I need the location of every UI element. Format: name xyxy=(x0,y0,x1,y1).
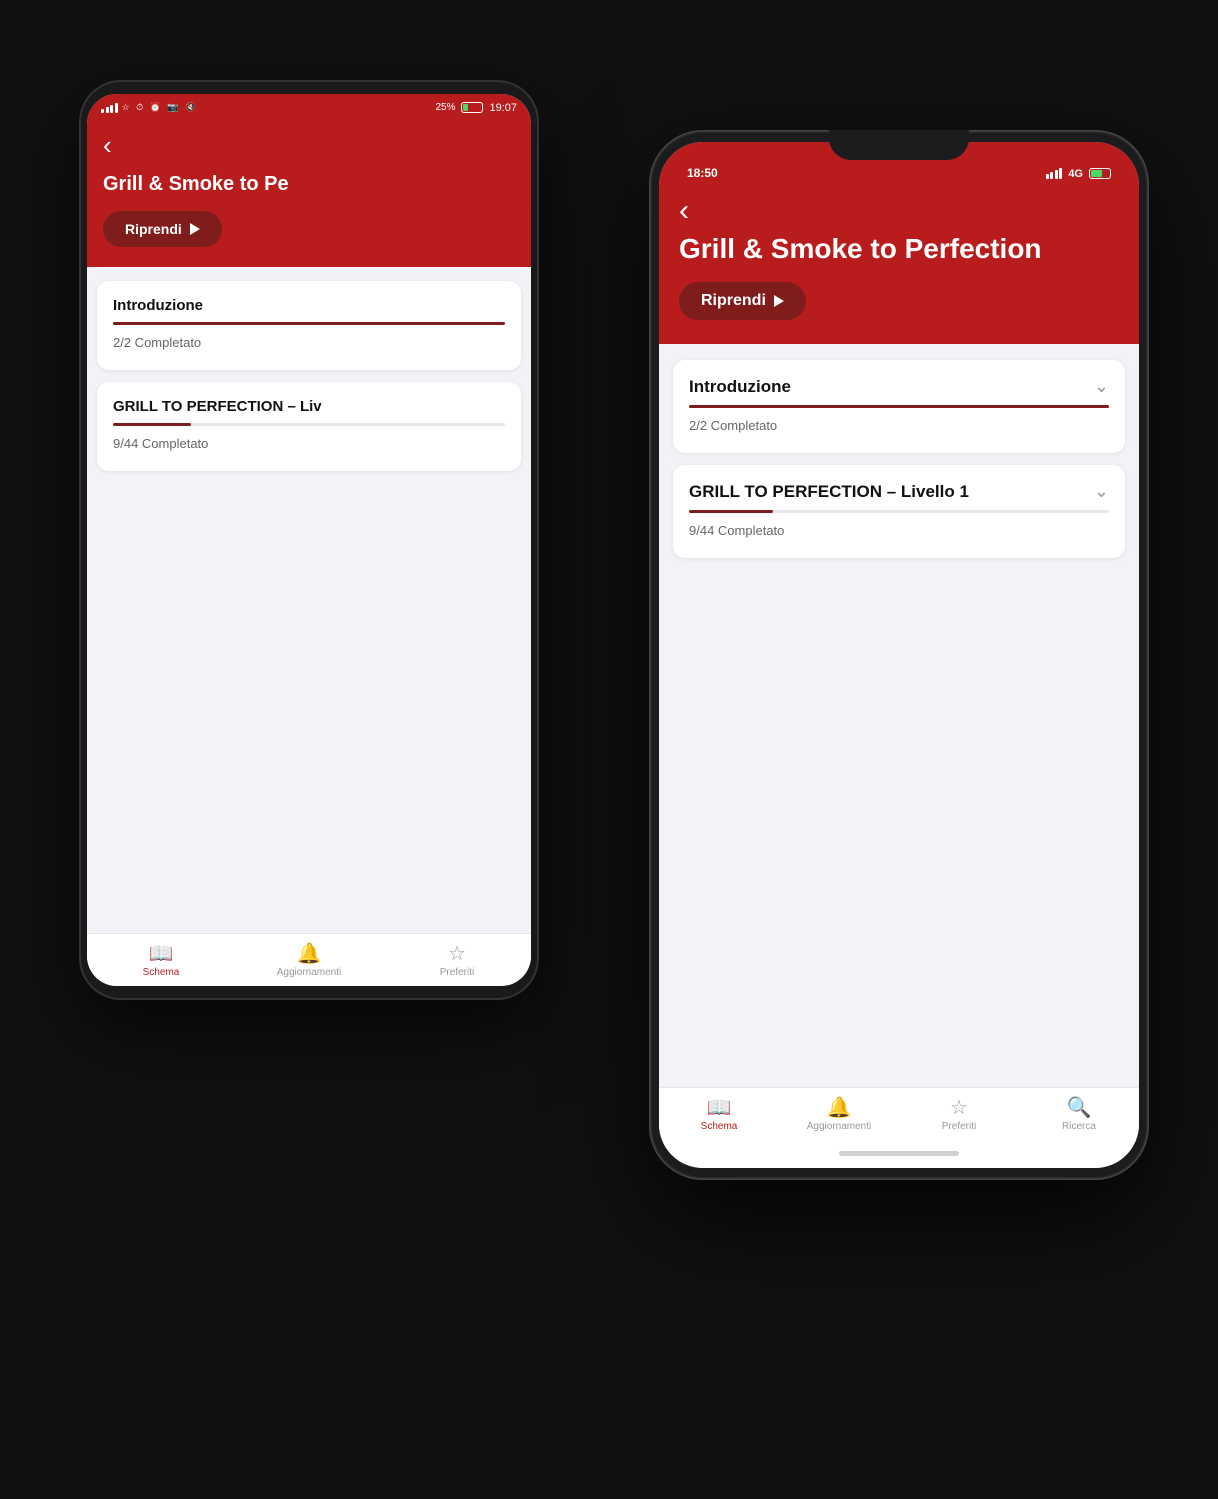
iphone-bottom-nav: 📖 Schema 🔔 Aggiornamenti ☆ Preferiti 🔍 R… xyxy=(659,1087,1139,1140)
iphone-time: 18:50 xyxy=(687,166,718,180)
iphone-card1-progress-bg xyxy=(689,405,1109,408)
iphone-nav-aggiornamenti[interactable]: 🔔 Aggiornamenti xyxy=(779,1088,899,1140)
android-card1-progress-text: 2/2 Completato xyxy=(113,335,505,350)
android-card-introduzione: Introduzione 2/2 Completato xyxy=(97,281,521,370)
iphone-home-indicator xyxy=(659,1140,1139,1168)
android-status-bar: ☆ ⏱ ⏰ 📷 🔇 25% 19:07 xyxy=(87,94,531,122)
iphone-preferiti-icon: ☆ xyxy=(950,1098,968,1118)
iphone-nav-preferiti[interactable]: ☆ Preferiti xyxy=(899,1088,1019,1140)
iphone-card2-progress-bg xyxy=(689,510,1109,513)
android-nav-schema[interactable]: 📖 Schema xyxy=(87,934,235,986)
scene: ☆ ⏱ ⏰ 📷 🔇 25% 19:07 ‹ Grill & Smoke to P… xyxy=(59,50,1159,1450)
iphone-app-title: Grill & Smoke to Perfection xyxy=(679,234,1119,265)
android-card-grill: GRILL TO PERFECTION – Liv 9/44 Completat… xyxy=(97,382,521,471)
iphone-preferiti-label: Preferiti xyxy=(942,1121,976,1132)
android-card1-title: Introduzione xyxy=(113,297,505,314)
android-app-header: ‹ Grill & Smoke to Pe Riprendi xyxy=(87,122,531,267)
iphone-play-icon xyxy=(774,295,784,307)
android-app-title: Grill & Smoke to Pe xyxy=(103,173,515,195)
android-app-body: ‹ Grill & Smoke to Pe Riprendi Introduzi… xyxy=(87,122,531,986)
android-battery-pct: 25% xyxy=(435,102,455,113)
android-time: 19:07 xyxy=(489,102,517,114)
android-schema-icon: 📖 xyxy=(149,944,174,964)
iphone-resume-button[interactable]: Riprendi xyxy=(679,282,806,320)
iphone-content: Introduzione ⌄ 2/2 Completato GRILL TO P… xyxy=(659,344,1139,1086)
iphone-ricerca-icon: 🔍 xyxy=(1067,1098,1092,1118)
iphone-card2-progress-fill xyxy=(689,510,773,513)
iphone-signal-bars-icon xyxy=(1046,168,1063,179)
android-card2-header: GRILL TO PERFECTION – Liv xyxy=(113,398,505,415)
iphone-card2-header[interactable]: GRILL TO PERFECTION – Livello 1 ⌄ xyxy=(689,481,1109,502)
android-card2-title: GRILL TO PERFECTION – Liv xyxy=(113,398,505,415)
android-card1-progress-fill xyxy=(113,322,505,325)
iphone-card-grill: GRILL TO PERFECTION – Livello 1 ⌄ 9/44 C… xyxy=(673,465,1125,558)
android-right-status: 25% 19:07 xyxy=(435,102,517,114)
iphone-aggiornamenti-icon: 🔔 xyxy=(827,1098,852,1118)
android-resume-label: Riprendi xyxy=(125,221,182,237)
android-screen: ☆ ⏱ ⏰ 📷 🔇 25% 19:07 ‹ Grill & Smoke to P… xyxy=(87,94,531,986)
android-play-icon xyxy=(190,223,200,235)
android-preferiti-icon: ☆ xyxy=(448,944,466,964)
android-card2-progress-bg xyxy=(113,423,505,426)
android-schema-label: Schema xyxy=(143,967,180,978)
iphone-back-button[interactable]: ‹ xyxy=(679,194,1119,228)
android-aggiornamenti-label: Aggiornamenti xyxy=(277,967,341,978)
iphone-card1-progress-fill xyxy=(689,405,1109,408)
iphone-status-right: 4G xyxy=(1046,168,1111,180)
iphone-notch xyxy=(829,130,969,160)
iphone-card1-progress-text: 2/2 Completato xyxy=(689,418,1109,433)
android-card1-progress-bg xyxy=(113,322,505,325)
iphone-card2-chevron-icon: ⌄ xyxy=(1094,481,1109,502)
iphone-resume-label: Riprendi xyxy=(701,292,766,310)
android-aggiornamenti-icon: 🔔 xyxy=(297,944,322,964)
android-phone: ☆ ⏱ ⏰ 📷 🔇 25% 19:07 ‹ Grill & Smoke to P… xyxy=(79,80,539,1000)
home-indicator-bar xyxy=(839,1151,959,1156)
iphone-card-introduzione: Introduzione ⌄ 2/2 Completato xyxy=(673,360,1125,453)
iphone-battery-icon xyxy=(1089,168,1111,179)
android-nav-preferiti[interactable]: ☆ Preferiti xyxy=(383,934,531,986)
iphone-card2-title: GRILL TO PERFECTION – Livello 1 xyxy=(689,482,1094,502)
iphone: 18:50 4G ‹ xyxy=(649,130,1149,1180)
iphone-nav-schema[interactable]: 📖 Schema xyxy=(659,1088,779,1140)
iphone-card1-header[interactable]: Introduzione ⌄ xyxy=(689,376,1109,397)
iphone-app-header: ‹ Grill & Smoke to Perfection Riprendi xyxy=(659,186,1139,345)
android-preferiti-label: Preferiti xyxy=(440,967,474,978)
iphone-ricerca-label: Ricerca xyxy=(1062,1121,1096,1132)
signal-bars-icon xyxy=(101,103,118,113)
android-bottom-nav: 📖 Schema 🔔 Aggiornamenti ☆ Preferiti xyxy=(87,933,531,986)
android-card1-header: Introduzione xyxy=(113,297,505,314)
android-card2-progress-fill xyxy=(113,423,191,426)
android-back-button[interactable]: ‹ xyxy=(103,130,515,161)
iphone-card2-progress-text: 9/44 Completato xyxy=(689,523,1109,538)
battery-icon xyxy=(461,102,483,113)
iphone-schema-label: Schema xyxy=(701,1121,738,1132)
iphone-network-label: 4G xyxy=(1068,168,1083,180)
iphone-nav-ricerca[interactable]: 🔍 Ricerca xyxy=(1019,1088,1139,1140)
iphone-app-body: ‹ Grill & Smoke to Perfection Riprendi I… xyxy=(659,186,1139,1168)
iphone-card1-chevron-icon: ⌄ xyxy=(1094,376,1109,397)
iphone-aggiornamenti-label: Aggiornamenti xyxy=(807,1121,871,1132)
iphone-card1-title: Introduzione xyxy=(689,377,1094,397)
iphone-schema-icon: 📖 xyxy=(707,1098,732,1118)
android-card2-progress-text: 9/44 Completato xyxy=(113,436,505,451)
android-signal-group: ☆ ⏱ ⏰ 📷 🔇 xyxy=(101,102,198,113)
android-content: Introduzione 2/2 Completato GRILL TO PER… xyxy=(87,267,531,933)
android-status-icons: ☆ ⏱ ⏰ 📷 🔇 xyxy=(122,102,199,113)
android-resume-button[interactable]: Riprendi xyxy=(103,211,222,247)
android-nav-aggiornamenti[interactable]: 🔔 Aggiornamenti xyxy=(235,934,383,986)
iphone-screen: 18:50 4G ‹ xyxy=(659,142,1139,1168)
